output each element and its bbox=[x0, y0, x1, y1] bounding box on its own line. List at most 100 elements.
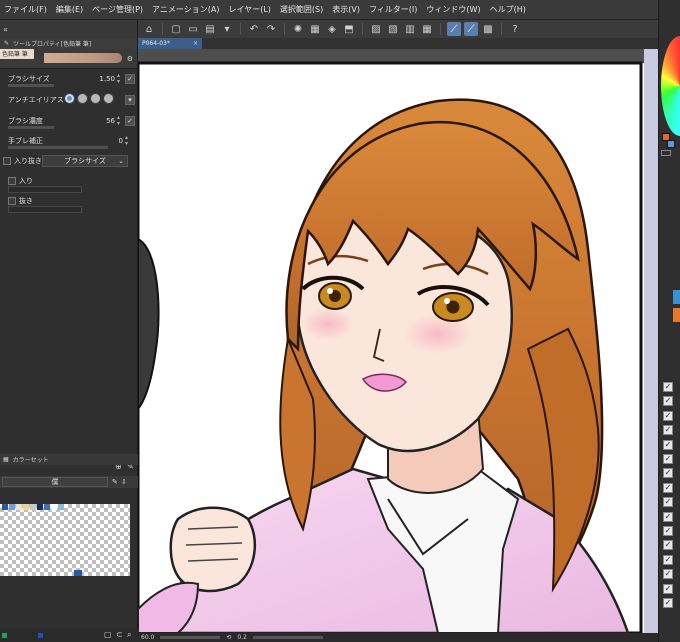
density-slider[interactable] bbox=[8, 126, 54, 129]
antialias-weak-option[interactable] bbox=[77, 93, 88, 104]
layer-visibility-checkbox[interactable]: ✓ bbox=[663, 583, 673, 594]
color-swatch-grid[interactable] bbox=[0, 504, 130, 576]
fill-icon[interactable]: ◈ bbox=[325, 22, 339, 36]
menu-item-6[interactable]: 表示(V) bbox=[332, 4, 360, 15]
grid-icon[interactable]: ▦ bbox=[420, 22, 434, 36]
menu-item-0[interactable]: ファイル(F) bbox=[4, 4, 47, 15]
snap-ruler-icon[interactable]: ⟋ bbox=[447, 22, 461, 36]
color-wheel[interactable] bbox=[661, 36, 680, 136]
layer-visibility-checkbox[interactable]: ✓ bbox=[663, 526, 673, 536]
taper-dropdown[interactable]: ブラシサイズ ⌄ bbox=[42, 155, 128, 167]
menu-item-1[interactable]: 編集(E) bbox=[56, 4, 83, 15]
layer-visibility-checkbox[interactable]: ✓ bbox=[663, 598, 673, 608]
color-swatch[interactable] bbox=[9, 504, 15, 510]
loading-icon[interactable]: ✺ bbox=[291, 22, 305, 36]
menu-item-9[interactable]: ヘルプ(H) bbox=[490, 4, 526, 15]
close-icon[interactable]: × bbox=[193, 38, 198, 49]
redo-icon[interactable]: ↷ bbox=[264, 22, 278, 36]
taper-checkbox[interactable] bbox=[3, 157, 11, 165]
color-set-dropdown[interactable]: 僕 bbox=[2, 477, 108, 487]
new-file-icon[interactable]: ▢ bbox=[169, 22, 183, 36]
menu-item-7[interactable]: フィルター(I) bbox=[369, 4, 417, 15]
transform-icon[interactable]: ⬒ bbox=[342, 22, 356, 36]
brush-size-value[interactable]: 1.50 bbox=[99, 75, 115, 83]
search-icon[interactable]: ⌕ bbox=[127, 630, 131, 640]
color-swatch[interactable] bbox=[2, 504, 8, 510]
spinner-icon[interactable]: ▴ ▾ bbox=[125, 135, 131, 147]
crop-icon[interactable]: ▥ bbox=[403, 22, 417, 36]
pressure-toggle[interactable]: ✓ bbox=[125, 74, 135, 84]
snap-special-ruler-icon[interactable]: ⟋ bbox=[464, 22, 478, 36]
sub-color-chip[interactable] bbox=[667, 140, 675, 148]
menu-item-8[interactable]: ウィンドウ(W) bbox=[426, 4, 480, 15]
export-icon[interactable]: ⇩ bbox=[121, 478, 127, 486]
layer-visibility-checkbox[interactable]: ✓ bbox=[663, 497, 673, 508]
color-swatch[interactable] bbox=[23, 504, 29, 510]
layer-visibility-checkbox[interactable]: ✓ bbox=[663, 454, 673, 464]
taper-out-field[interactable] bbox=[8, 206, 82, 213]
taper-out-checkbox[interactable] bbox=[8, 197, 16, 205]
save-icon[interactable]: ▤ bbox=[203, 22, 217, 36]
menu-item-3[interactable]: アニメーション(A) bbox=[152, 4, 219, 15]
collapse-icon[interactable]: « bbox=[3, 25, 8, 34]
angle-slider[interactable] bbox=[252, 636, 323, 639]
open-file-icon[interactable]: ▭ bbox=[186, 22, 200, 36]
canvas-area[interactable] bbox=[138, 49, 658, 633]
color-swatch[interactable] bbox=[58, 504, 64, 510]
layer-visibility-checkbox[interactable]: ✓ bbox=[663, 554, 673, 565]
color-set-tab[interactable]: カラーセット bbox=[13, 455, 49, 464]
deselect-icon[interactable]: ▨ bbox=[369, 22, 383, 36]
density-value[interactable]: 56 bbox=[106, 117, 115, 125]
menu-item-4[interactable]: レイヤー(L) bbox=[228, 4, 270, 15]
clear-icon[interactable]: ▦ bbox=[308, 22, 322, 36]
link-icon[interactable]: ⊂ bbox=[116, 630, 123, 639]
zoom-value[interactable]: 60.0 bbox=[141, 634, 154, 641]
menu-item-5[interactable]: 選択範囲(S) bbox=[280, 4, 323, 15]
density-pressure-toggle[interactable]: ✓ bbox=[125, 116, 135, 126]
layer-visibility-checkbox[interactable]: ✓ bbox=[663, 540, 673, 551]
layer-visibility-checkbox[interactable]: ✓ bbox=[663, 396, 673, 407]
help-icon[interactable]: ? bbox=[508, 22, 522, 36]
undo-icon[interactable]: ↶ bbox=[247, 22, 261, 36]
layer-visibility-checkbox[interactable]: ✓ bbox=[663, 482, 673, 493]
blue-swatch[interactable] bbox=[673, 290, 680, 304]
stabilization-value[interactable]: 0 bbox=[119, 137, 123, 145]
layer-visibility-checkbox[interactable]: ✓ bbox=[663, 382, 673, 392]
layer-visibility-checkbox[interactable]: ✓ bbox=[663, 410, 673, 421]
document-tab[interactable]: P064-03* × bbox=[138, 38, 202, 49]
color-swatch[interactable] bbox=[16, 504, 22, 510]
layer-visibility-checkbox[interactable]: ✓ bbox=[663, 569, 673, 580]
antialias-none-option[interactable] bbox=[64, 93, 75, 104]
rotate-icon[interactable]: ⟲ bbox=[226, 634, 231, 641]
wrench-icon[interactable]: ✎ bbox=[112, 478, 118, 486]
brush-size-slider[interactable] bbox=[8, 84, 54, 87]
color-swatch[interactable] bbox=[37, 504, 43, 510]
layer-visibility-checkbox[interactable]: ✓ bbox=[663, 439, 673, 450]
color-swatch[interactable] bbox=[51, 504, 57, 510]
home-icon[interactable]: ⌂ bbox=[142, 22, 156, 36]
color-swatch[interactable] bbox=[30, 504, 36, 510]
antialias-strong-option[interactable] bbox=[103, 93, 114, 104]
orange-swatch[interactable] bbox=[673, 308, 680, 322]
settings-icon[interactable]: ⚙ bbox=[127, 55, 133, 63]
angle-value[interactable]: 0.2 bbox=[237, 634, 247, 641]
antialias-medium-option[interactable] bbox=[90, 93, 101, 104]
layer-visibility-checkbox[interactable]: ✓ bbox=[663, 425, 673, 436]
illustration-canvas[interactable] bbox=[138, 49, 658, 633]
transparent-chip[interactable] bbox=[661, 150, 671, 156]
invert-selection-icon[interactable]: ▧ bbox=[386, 22, 400, 36]
stabilization-slider[interactable] bbox=[8, 146, 108, 149]
snap-grid-icon[interactable]: ▩ bbox=[481, 22, 495, 36]
spinner-icon[interactable]: ▴ ▾ bbox=[117, 115, 123, 127]
spinner-icon[interactable]: ▴ ▾ bbox=[117, 73, 123, 85]
menu-item-2[interactable]: ページ管理(P) bbox=[92, 4, 143, 15]
color-swatch[interactable] bbox=[44, 504, 50, 510]
swatch-selection[interactable] bbox=[74, 570, 82, 576]
lock-icon[interactable]: ▢ bbox=[104, 630, 112, 639]
taper-in-checkbox[interactable] bbox=[8, 177, 16, 185]
layer-visibility-checkbox[interactable]: ✓ bbox=[663, 468, 673, 479]
layer-visibility-checkbox[interactable]: ✓ bbox=[663, 511, 673, 522]
dropdown-icon[interactable]: ▾ bbox=[220, 22, 234, 36]
zoom-slider[interactable] bbox=[160, 636, 221, 639]
antialias-toggle[interactable]: ▾ bbox=[125, 95, 135, 105]
